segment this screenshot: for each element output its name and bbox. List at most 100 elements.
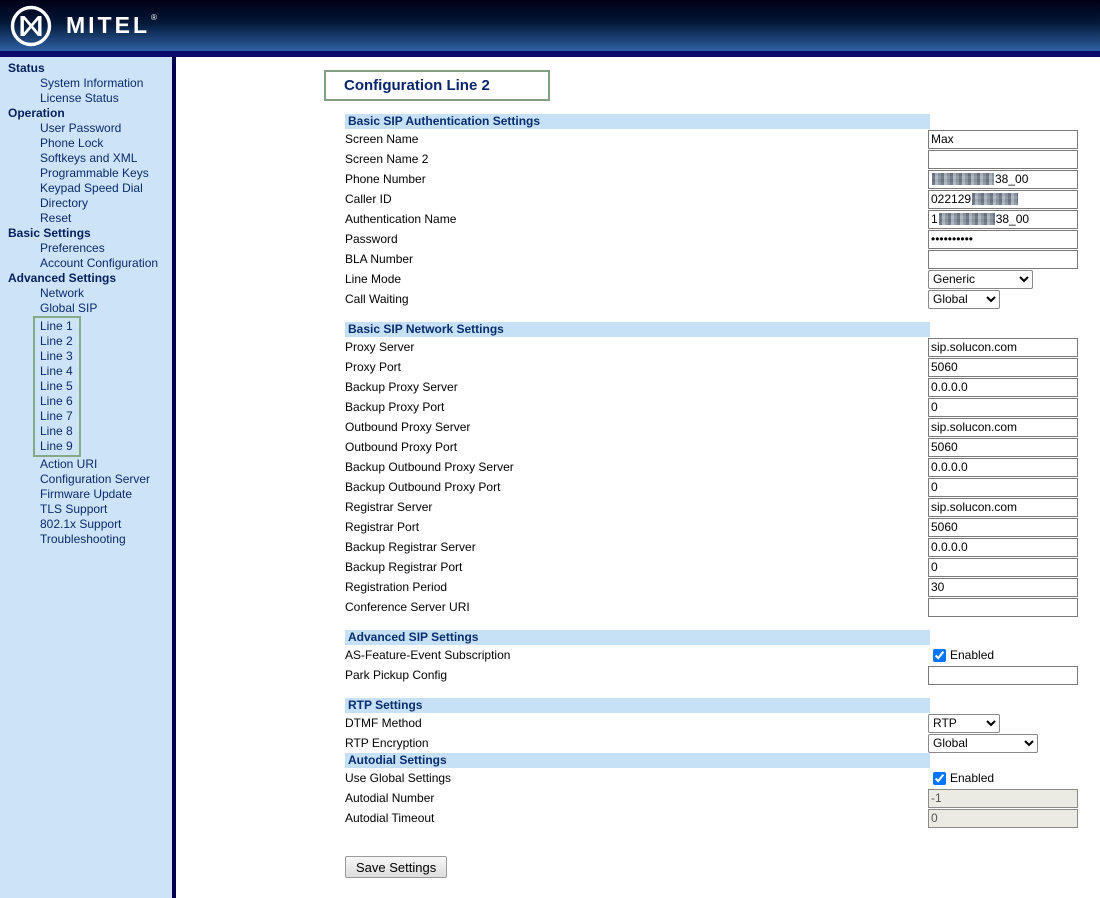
rtp-encryption-select[interactable]: Global	[928, 733, 1038, 753]
form-row-registrar-port: Registrar Port	[345, 517, 1078, 537]
autodial-timeout-input	[928, 808, 1078, 828]
sidebar-item-tls-support[interactable]: TLS Support	[0, 502, 172, 517]
backup-proxy-server-control	[928, 377, 1078, 397]
sidebar-item-keypad-speed-dial[interactable]: Keypad Speed Dial	[0, 181, 172, 196]
backup-registrar-port-control	[928, 557, 1078, 577]
form-row-outbound-proxy-server: Outbound Proxy Server	[345, 417, 1078, 437]
backup-proxy-port-input[interactable]	[928, 397, 1078, 417]
registrar-server-control	[928, 497, 1078, 517]
proxy-server-input[interactable]	[928, 337, 1078, 357]
registration-period-input[interactable]	[928, 577, 1078, 597]
sidebar-item-programmable-keys[interactable]: Programmable Keys	[0, 166, 172, 181]
sidebar-item-account-configuration[interactable]: Account Configuration	[0, 256, 172, 271]
form-section-rtp-settings: RTP Settings DTMF Method RTP RTP Encryption…	[345, 698, 1078, 753]
sidebar-item-user-password[interactable]: User Password	[0, 121, 172, 136]
caller-id-input[interactable]: 022129	[928, 189, 1078, 209]
sidebar-item-troubleshooting[interactable]: Troubleshooting	[0, 532, 172, 547]
sidebar-item-action-uri[interactable]: Action URI	[0, 457, 172, 472]
dtmf-method-label: DTMF Method	[345, 716, 422, 730]
conference-server-uri-label: Conference Server URI	[345, 600, 470, 614]
sidebar-item-line-3[interactable]: Line 3	[35, 349, 79, 364]
backup-proxy-server-input[interactable]	[928, 377, 1078, 397]
outbound-proxy-port-label: Outbound Proxy Port	[345, 440, 458, 454]
proxy-server-label: Proxy Server	[345, 340, 415, 354]
sidebar-item-firmware-update[interactable]: Firmware Update	[0, 487, 172, 502]
backup-outbound-proxy-server-control	[928, 457, 1078, 477]
form-row-bla-number: BLA Number	[345, 249, 1078, 269]
sidebar-section-advanced-settings: Advanced Settings	[8, 271, 117, 285]
sidebar-item-system-information[interactable]: System Information	[0, 76, 172, 91]
backup-proxy-server-label: Backup Proxy Server	[345, 380, 458, 394]
backup-registrar-port-label: Backup Registrar Port	[345, 560, 463, 574]
dtmf-method-select[interactable]: RTP	[928, 713, 1000, 733]
sidebar-item-line-2[interactable]: Line 2	[35, 334, 79, 349]
redacted-blur	[932, 173, 994, 185]
form-row-password: Password	[345, 229, 1078, 249]
sidebar-item-phone-lock[interactable]: Phone Lock	[0, 136, 172, 151]
redacted-blur	[972, 193, 1019, 205]
screen-name-2-control	[928, 149, 1078, 169]
proxy-server-control	[928, 337, 1078, 357]
sidebar-item-line-7[interactable]: Line 7	[35, 409, 79, 424]
form-row-screen-name: Screen Name	[345, 129, 1078, 149]
save-settings-button[interactable]: Save Settings	[345, 856, 448, 878]
backup-registrar-server-label: Backup Registrar Server	[345, 540, 476, 554]
brand-reg-mark: ®	[151, 13, 157, 22]
password-input[interactable]	[928, 229, 1078, 249]
caller-id-label: Caller ID	[345, 192, 392, 206]
form-row-backup-outbound-proxy-server: Backup Outbound Proxy Server	[345, 457, 1078, 477]
mitel-logo-icon	[10, 5, 52, 46]
section-header-rtp-settings: RTP Settings	[345, 698, 930, 713]
registrar-server-input[interactable]	[928, 497, 1078, 517]
sidebar-item-line-1[interactable]: Line 1	[35, 319, 79, 334]
sidebar-item-license-status[interactable]: License Status	[0, 91, 172, 106]
form-row-authentication-name: Authentication Name 1 38_00	[345, 209, 1078, 229]
dtmf-method-control: RTP	[928, 713, 1078, 733]
outbound-proxy-server-input[interactable]	[928, 417, 1078, 437]
bla-number-input[interactable]	[928, 249, 1078, 269]
sidebar-section-operation: Operation	[8, 106, 65, 120]
screen-name-2-label: Screen Name 2	[345, 152, 429, 166]
line-mode-select[interactable]: Generic	[928, 269, 1033, 289]
use-global-settings-checkbox[interactable]	[933, 771, 946, 785]
form-row-dtmf-method: DTMF Method RTP	[345, 713, 1078, 733]
form-row-screen-name-2: Screen Name 2	[345, 149, 1078, 169]
sidebar-item-802-1x-support[interactable]: 802.1x Support	[0, 517, 172, 532]
value-fragment: 38_00	[995, 212, 1030, 226]
screen-name-input[interactable]	[928, 129, 1078, 149]
sidebar-item-configuration-server[interactable]: Configuration Server	[0, 472, 172, 487]
registrar-server-label: Registrar Server	[345, 500, 433, 514]
call-waiting-select[interactable]: Global	[928, 289, 1000, 309]
sidebar-item-directory[interactable]: Directory	[0, 196, 172, 211]
brand-name: MITEL	[66, 12, 150, 38]
page-body: Status System Information License Status Op…	[0, 57, 1100, 898]
backup-registrar-server-input[interactable]	[928, 537, 1078, 557]
call-waiting-control: Global	[928, 289, 1078, 309]
form-row-outbound-proxy-port: Outbound Proxy Port	[345, 437, 1078, 457]
as-feature-event-subscription-checkbox[interactable]	[933, 648, 946, 662]
sidebar-item-line-6[interactable]: Line 6	[35, 394, 79, 409]
sidebar-item-reset[interactable]: Reset	[0, 211, 172, 226]
proxy-port-input[interactable]	[928, 357, 1078, 377]
sidebar-item-line-5[interactable]: Line 5	[35, 379, 79, 394]
sidebar-item-line-4[interactable]: Line 4	[35, 364, 79, 379]
screen-name-2-input[interactable]	[928, 149, 1078, 169]
outbound-proxy-port-input[interactable]	[928, 437, 1078, 457]
sidebar-item-softkeys-and-xml[interactable]: Softkeys and XML	[0, 151, 172, 166]
sidebar-item-preferences[interactable]: Preferences	[0, 241, 172, 256]
backup-registrar-port-input[interactable]	[928, 557, 1078, 577]
authentication-name-input[interactable]: 1 38_00	[928, 209, 1078, 229]
registrar-port-input[interactable]	[928, 517, 1078, 537]
form-row-backup-registrar-server: Backup Registrar Server	[345, 537, 1078, 557]
sidebar-item-global-sip[interactable]: Global SIP	[0, 301, 172, 316]
sidebar-item-line-9[interactable]: Line 9	[35, 439, 79, 454]
sidebar-item-line-8[interactable]: Line 8	[35, 424, 79, 439]
phone-number-input[interactable]: 38_00	[928, 169, 1078, 189]
park-pickup-config-input[interactable]	[928, 665, 1078, 685]
backup-outbound-proxy-port-input[interactable]	[928, 477, 1078, 497]
form-row-autodial-timeout: Autodial Timeout	[345, 808, 1078, 828]
backup-outbound-proxy-server-input[interactable]	[928, 457, 1078, 477]
conference-server-uri-input[interactable]	[928, 597, 1078, 617]
sidebar-item-network[interactable]: Network	[0, 286, 172, 301]
form-row-backup-outbound-proxy-port: Backup Outbound Proxy Port	[345, 477, 1078, 497]
